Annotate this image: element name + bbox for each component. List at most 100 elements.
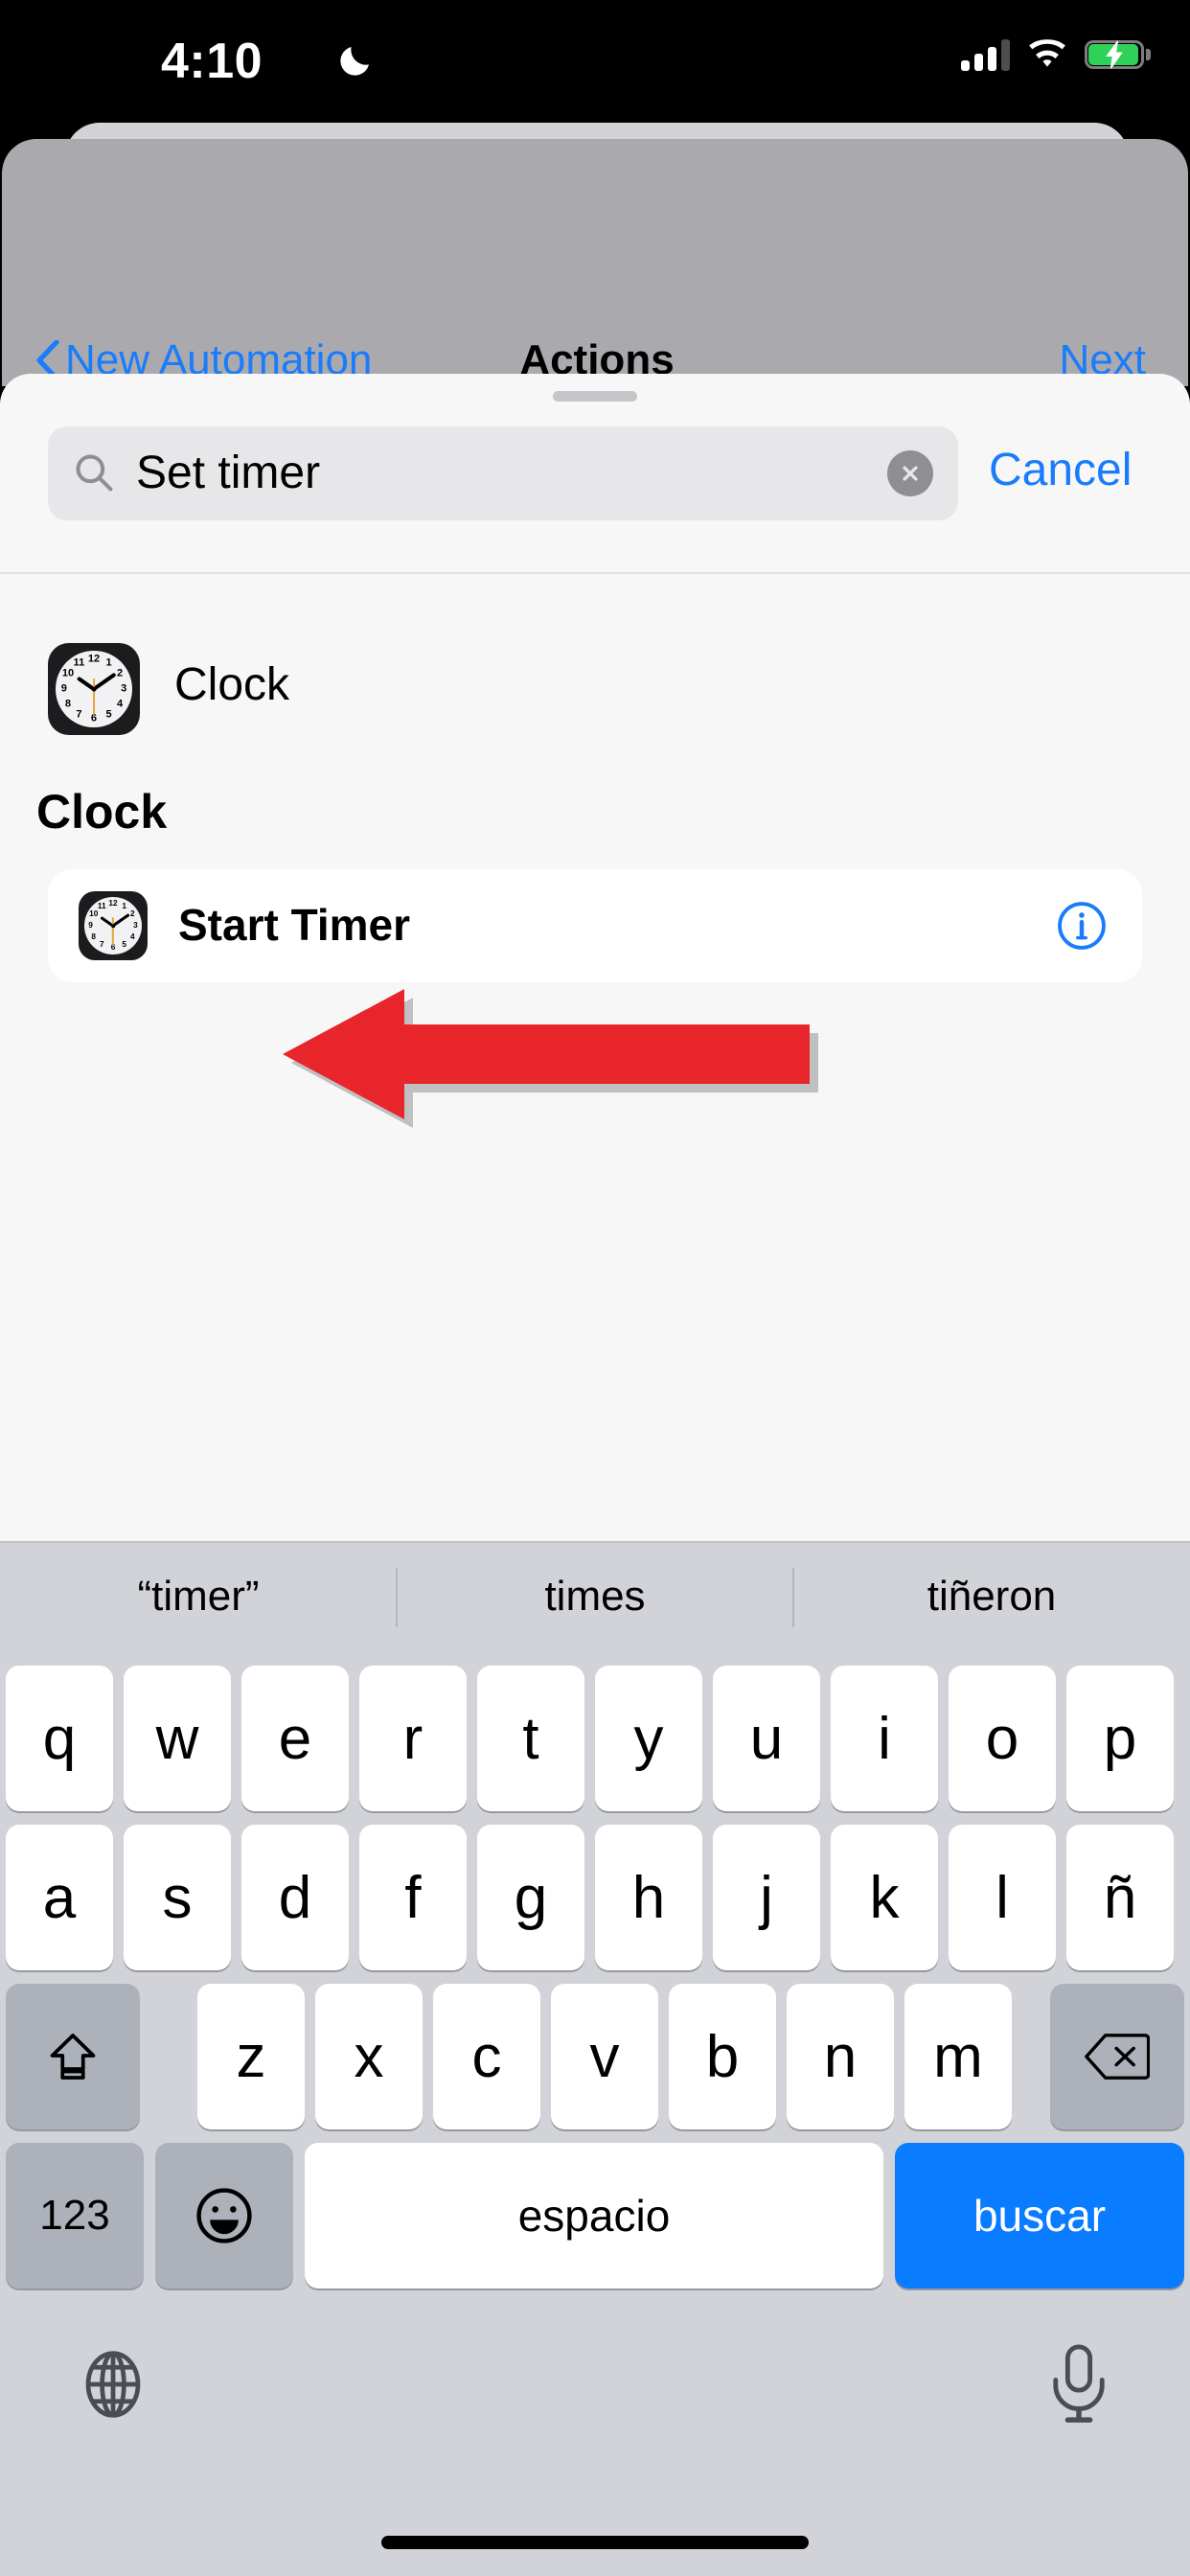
- clock-second-hand: [92, 678, 96, 715]
- key-enye[interactable]: ñ: [1066, 1825, 1174, 1970]
- clock-numeral: 2: [129, 909, 135, 919]
- prediction-separator: [396, 1568, 398, 1627]
- clear-x-icon: [903, 466, 918, 481]
- charging-bolt-icon: [1106, 40, 1123, 69]
- clock-numeral: 2: [116, 667, 124, 679]
- clock-app-icon: 12 1 2 3 4 5 6 7 8 9 10 11: [48, 643, 140, 735]
- app-result-row[interactable]: 12 1 2 3 4 5 6 7 8 9 10 11 Clock: [0, 628, 1190, 752]
- keyboard-row-2: a s d f g h j k l ñ: [0, 1825, 1190, 1978]
- numbers-key[interactable]: 123: [6, 2143, 144, 2288]
- clock-numeral: 5: [105, 708, 112, 721]
- search-bar: Set timer Cancel: [0, 426, 1190, 520]
- sheet-grabber-handle[interactable]: [553, 391, 637, 402]
- key-c[interactable]: c: [433, 1984, 540, 2129]
- key-p[interactable]: p: [1066, 1666, 1174, 1811]
- prediction-1[interactable]: times: [397, 1543, 793, 1650]
- clock-numeral: 4: [129, 932, 135, 941]
- key-d[interactable]: d: [241, 1825, 349, 1970]
- key-m[interactable]: m: [904, 1984, 1012, 2129]
- clear-search-button[interactable]: [887, 450, 933, 496]
- navigation-card: New Automation Actions Next: [2, 139, 1188, 386]
- clock-numeral: 7: [76, 708, 82, 721]
- keyboard-bottom-bar: [0, 2308, 1190, 2471]
- search-input[interactable]: Set timer: [48, 426, 958, 520]
- clock-numeral: 5: [122, 940, 126, 950]
- cancel-button[interactable]: Cancel: [989, 444, 1132, 496]
- prediction-2[interactable]: tiñeron: [793, 1543, 1190, 1650]
- prediction-0[interactable]: “timer”: [0, 1543, 397, 1650]
- shift-key[interactable]: [6, 1984, 140, 2129]
- clock-numeral: 10: [89, 909, 99, 919]
- keyboard-row-1: q w e r t y u i o p: [0, 1666, 1190, 1819]
- search-icon: [76, 454, 113, 492]
- key-g[interactable]: g: [477, 1825, 584, 1970]
- key-u[interactable]: u: [713, 1666, 820, 1811]
- clock-numeral: 9: [88, 920, 93, 930]
- clock-numeral: 6: [90, 712, 98, 724]
- emoji-key[interactable]: [155, 2143, 293, 2288]
- space-key[interactable]: espacio: [305, 2143, 883, 2288]
- microphone-dictation-icon[interactable]: [1050, 2344, 1108, 2425]
- search-divider: [0, 572, 1190, 574]
- shift-arrow-icon: [50, 2034, 96, 2080]
- key-i[interactable]: i: [831, 1666, 938, 1811]
- key-q[interactable]: q: [6, 1666, 113, 1811]
- clock-numeral: 12: [108, 898, 118, 908]
- moon-icon: [340, 47, 369, 76]
- emoji-smiley-icon: [196, 2188, 252, 2243]
- key-y[interactable]: y: [595, 1666, 702, 1811]
- key-a[interactable]: a: [6, 1825, 113, 1970]
- cellular-signal-icon: [961, 38, 1010, 71]
- section-header-clock: Clock: [36, 785, 168, 839]
- status-bar-time: 4:10: [161, 34, 263, 89]
- key-o[interactable]: o: [949, 1666, 1056, 1811]
- clock-numeral: 3: [121, 682, 127, 695]
- backspace-key[interactable]: [1050, 1984, 1184, 2129]
- keyboard-row-4: 123 espacio buscar: [0, 2143, 1190, 2296]
- prediction-separator: [792, 1568, 794, 1627]
- status-bar-indicators: [961, 38, 1151, 71]
- actions-sheet: Set timer Cancel 12 1 2 3 4 5 6 7 8 9 10 11 Clock C…: [0, 374, 1190, 1541]
- wifi-icon: [1029, 39, 1065, 67]
- clock-numeral: 10: [61, 667, 75, 679]
- info-circle-icon[interactable]: [1056, 900, 1108, 952]
- search-return-key[interactable]: buscar: [895, 2143, 1184, 2288]
- key-t[interactable]: t: [477, 1666, 584, 1811]
- clock-app-icon: 12 1 2 3 4 5 6 7 8 9 10 11: [79, 891, 148, 960]
- key-v[interactable]: v: [551, 1984, 658, 2129]
- keyboard-row-3: z x c v b n m: [0, 1984, 1190, 2137]
- clock-numeral: 8: [91, 932, 97, 941]
- search-input-value: Set timer: [136, 448, 321, 498]
- clock-numeral: 11: [73, 656, 85, 669]
- home-indicator-bar[interactable]: [381, 2536, 809, 2549]
- clock-second-hand: [112, 917, 114, 946]
- key-h[interactable]: h: [595, 1825, 702, 1970]
- key-l[interactable]: l: [949, 1825, 1056, 1970]
- key-k[interactable]: k: [831, 1825, 938, 1970]
- key-x[interactable]: x: [315, 1984, 423, 2129]
- key-z[interactable]: z: [197, 1984, 305, 2129]
- backspace-delete-icon: [1085, 2034, 1150, 2080]
- action-row-label: Start Timer: [178, 900, 411, 950]
- clock-numeral: 11: [97, 901, 106, 910]
- clock-center-pin: [111, 924, 115, 928]
- key-j[interactable]: j: [713, 1825, 820, 1970]
- clock-center-pin: [91, 686, 97, 692]
- key-f[interactable]: f: [359, 1825, 467, 1970]
- key-s[interactable]: s: [124, 1825, 231, 1970]
- action-row-start-timer[interactable]: 12 1 2 3 4 5 6 7 8 9 10 11 Start Timer: [48, 869, 1142, 982]
- clock-numeral: 1: [122, 901, 126, 910]
- battery-charging-icon: [1085, 40, 1151, 69]
- predictive-text-bar: “timer” times tiñeron: [0, 1543, 1190, 1650]
- iphone-screen: 4:10 New Automation Actions Next Set tim…: [0, 0, 1190, 2576]
- key-n[interactable]: n: [787, 1984, 894, 2129]
- clock-numeral: 9: [60, 682, 67, 695]
- key-b[interactable]: b: [669, 1984, 776, 2129]
- key-e[interactable]: e: [241, 1666, 349, 1811]
- clock-numeral: 12: [87, 653, 101, 665]
- globe-language-icon[interactable]: [77, 2348, 149, 2421]
- key-r[interactable]: r: [359, 1666, 467, 1811]
- keyboard: “timer” times tiñeron q w e r t y u i o …: [0, 1541, 1190, 2576]
- clock-numeral: 1: [105, 656, 112, 669]
- key-w[interactable]: w: [124, 1666, 231, 1811]
